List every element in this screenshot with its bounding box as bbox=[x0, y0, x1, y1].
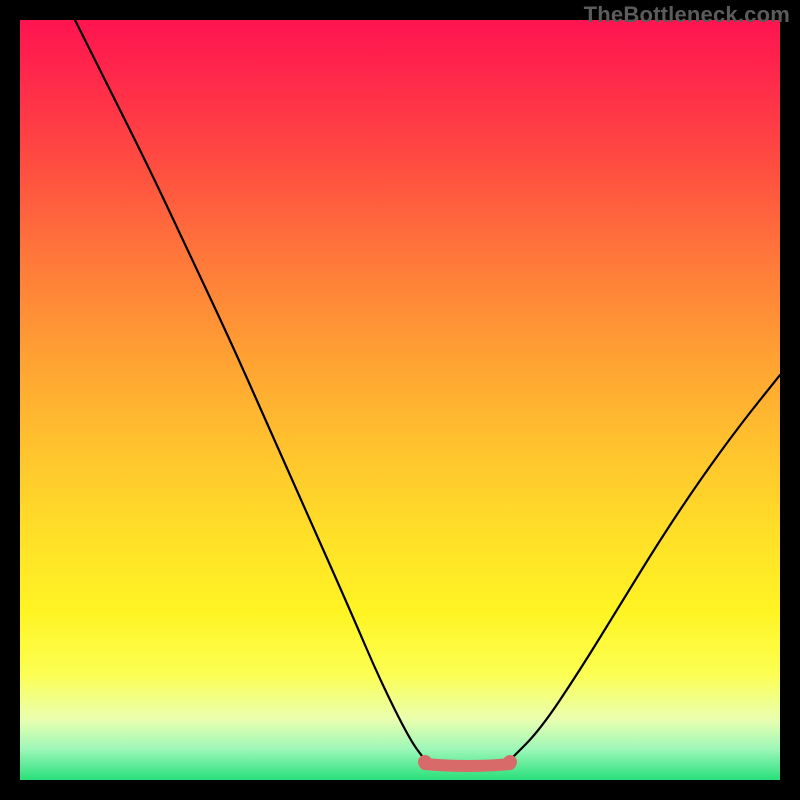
curve-right bbox=[510, 375, 780, 760]
chart-frame: TheBottleneck.com bbox=[0, 0, 800, 800]
plot-area bbox=[20, 20, 780, 780]
flat-segment-highlight bbox=[425, 764, 510, 766]
watermark-text: TheBottleneck.com bbox=[584, 2, 790, 28]
flat-segment-endpoint-left bbox=[418, 755, 432, 769]
curve-left bbox=[75, 20, 425, 760]
flat-segment-endpoint-right bbox=[503, 755, 517, 769]
chart-svg bbox=[20, 20, 780, 780]
